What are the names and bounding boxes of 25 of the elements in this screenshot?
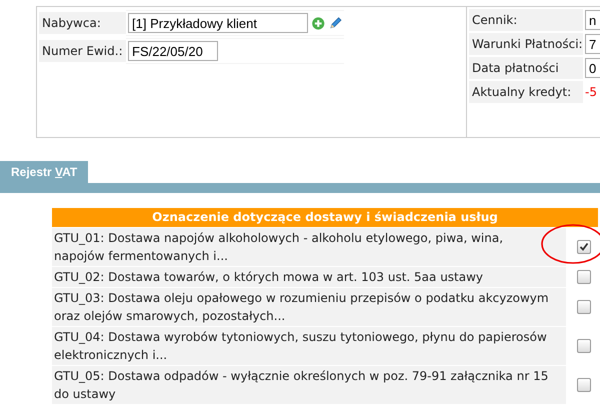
field-label: Cennik:: [469, 9, 583, 31]
input-field[interactable]: 0: [585, 58, 600, 78]
field-label: Numer Ewid.:: [39, 40, 126, 62]
checkbox[interactable]: [577, 270, 591, 284]
field-label: Nabywca:: [39, 12, 126, 34]
field-label: Warunki Płatności:: [469, 33, 583, 55]
table-cell: GTU_04: Dostawa wyrobów tytoniowych, suszu tytoniowego, płynu do papierosów elektronicznych i...: [52, 327, 566, 365]
input-field[interactable]: n: [585, 10, 600, 30]
table-header: Oznaczenie dotyczące dostawy i świadczenia usług: [52, 208, 598, 227]
table-cell: GTU_01: Dostawa napojów alkoholowych - alkoholu etylowego, piwa, wina, napojów fermentowanych i...: [52, 228, 566, 266]
pencil-icon[interactable]: [328, 16, 342, 30]
table-cell: GTU_02: Dostawa towarów, o których mowa w art. 103 ust. 5aa ustawy: [52, 267, 566, 287]
credit-amount: -5: [584, 84, 598, 101]
add-icon[interactable]: [312, 16, 325, 30]
table-cell: GTU_03: Dostawa oleju opałowego w rozumieniu przepisów o podatku akcyzowym oraz olejów smarowych, pozostałych...: [52, 288, 566, 326]
checkbox[interactable]: [577, 300, 591, 314]
input-field[interactable]: [1] Przykładowy klient: [128, 13, 308, 33]
input-field[interactable]: FS/22/05/20: [128, 41, 218, 61]
checkbox[interactable]: [577, 378, 591, 392]
checkbox[interactable]: [577, 339, 591, 353]
checkbox[interactable]: [577, 240, 591, 254]
table-cell: GTU_05: Dostawa odpadów - wyłącznie określonych w poz. 79-91 załącznika nr 15 do ustawy: [52, 366, 566, 404]
field-label: Data płatności: [469, 57, 583, 79]
input-field[interactable]: 7: [585, 34, 600, 54]
field-label: Aktualny kredyt:: [469, 81, 583, 103]
